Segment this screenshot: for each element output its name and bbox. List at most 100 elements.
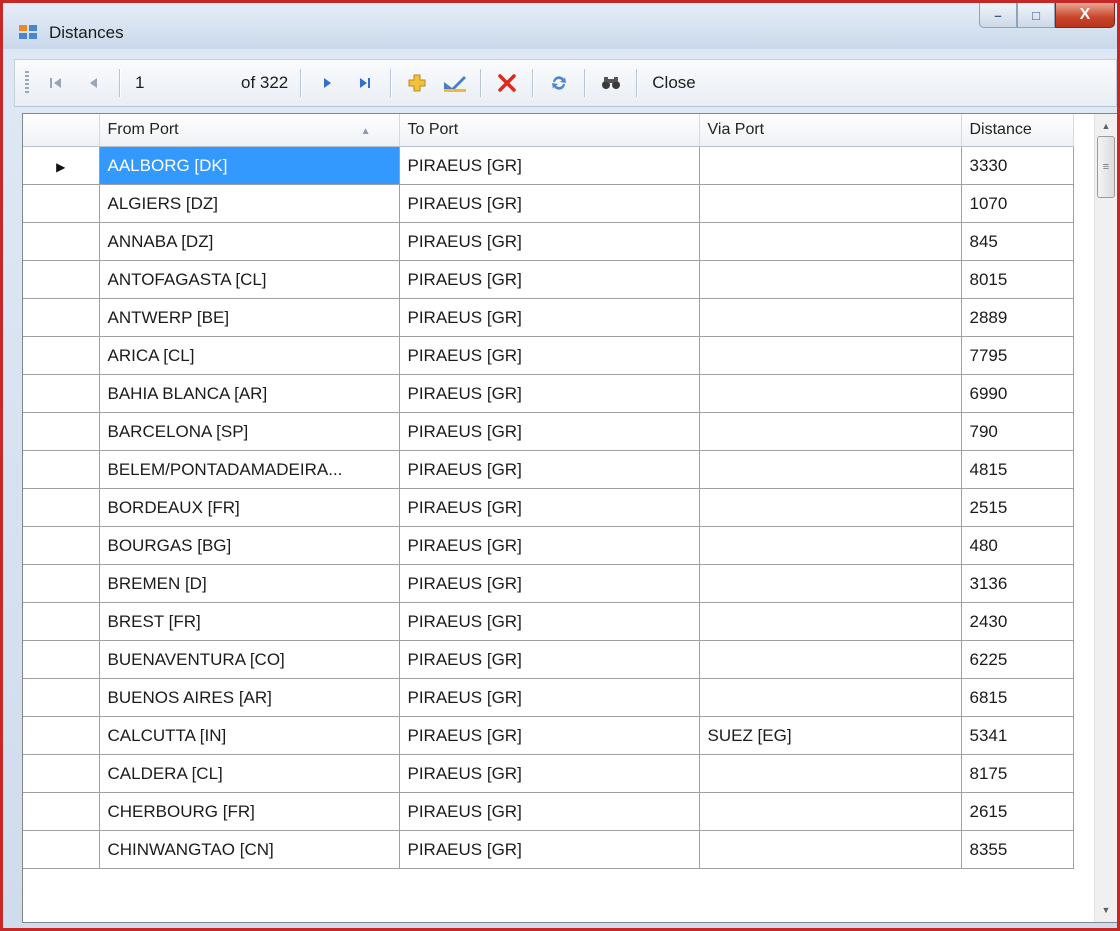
row-header[interactable]: [23, 184, 100, 223]
to-port-cell[interactable]: PIRAEUS [GR]: [399, 678, 700, 717]
row-header[interactable]: [23, 640, 100, 679]
via-port-cell[interactable]: [699, 146, 962, 185]
from-port-cell[interactable]: BUENOS AIRES [AR]: [99, 678, 400, 717]
row-header[interactable]: [23, 792, 100, 831]
to-port-cell[interactable]: PIRAEUS [GR]: [399, 412, 700, 451]
close-window-button[interactable]: X: [1055, 3, 1115, 28]
title-bar[interactable]: Distances – □ X: [3, 3, 1117, 49]
row-header[interactable]: [23, 526, 100, 565]
to-port-cell[interactable]: PIRAEUS [GR]: [399, 754, 700, 793]
row-header[interactable]: [23, 298, 100, 337]
vertical-scrollbar[interactable]: ▲ ≡ ▼: [1094, 114, 1117, 922]
row-header[interactable]: [23, 716, 100, 755]
edit-icon[interactable]: [442, 68, 468, 98]
from-port-cell[interactable]: CHINWANGTAO [CN]: [99, 830, 400, 869]
via-port-cell[interactable]: [699, 830, 962, 869]
from-port-cell[interactable]: ARICA [CL]: [99, 336, 400, 375]
from-port-cell[interactable]: ALGIERS [DZ]: [99, 184, 400, 223]
table-row[interactable]: BUENAVENTURA [CO] PIRAEUS [GR] 6225: [23, 640, 1074, 679]
row-header[interactable]: [23, 412, 100, 451]
distance-cell[interactable]: 1070: [961, 184, 1074, 223]
table-row[interactable]: CHERBOURG [FR] PIRAEUS [GR] 2615: [23, 792, 1074, 831]
from-port-cell[interactable]: AALBORG [DK]: [99, 146, 400, 185]
table-row[interactable]: ANTWERP [BE] PIRAEUS [GR] 2889: [23, 298, 1074, 337]
distance-cell[interactable]: 6225: [961, 640, 1074, 679]
distance-cell[interactable]: 2430: [961, 602, 1074, 641]
to-port-cell[interactable]: PIRAEUS [GR]: [399, 830, 700, 869]
table-row[interactable]: BARCELONA [SP] PIRAEUS [GR] 790: [23, 412, 1074, 451]
distance-cell[interactable]: 5341: [961, 716, 1074, 755]
table-row[interactable]: BREST [FR] PIRAEUS [GR] 2430: [23, 602, 1074, 641]
via-port-cell[interactable]: [699, 450, 962, 489]
from-port-cell[interactable]: ANNABA [DZ]: [99, 222, 400, 261]
via-port-cell[interactable]: [699, 222, 962, 261]
distance-cell[interactable]: 790: [961, 412, 1074, 451]
to-port-cell[interactable]: PIRAEUS [GR]: [399, 146, 700, 185]
from-port-cell[interactable]: CALCUTTA [IN]: [99, 716, 400, 755]
table-row[interactable]: CALCUTTA [IN] PIRAEUS [GR] SUEZ [EG] 5341: [23, 716, 1074, 755]
table-row[interactable]: BREMEN [D] PIRAEUS [GR] 3136: [23, 564, 1074, 603]
row-header[interactable]: [23, 602, 100, 641]
row-header[interactable]: [23, 222, 100, 261]
from-port-cell[interactable]: BUENAVENTURA [CO]: [99, 640, 400, 679]
scroll-up-icon[interactable]: ▲: [1097, 116, 1115, 136]
via-port-cell[interactable]: [699, 260, 962, 299]
to-port-cell[interactable]: PIRAEUS [GR]: [399, 374, 700, 413]
row-header[interactable]: [23, 450, 100, 489]
from-port-cell[interactable]: BOURGAS [BG]: [99, 526, 400, 565]
to-port-cell[interactable]: PIRAEUS [GR]: [399, 450, 700, 489]
scroll-down-icon[interactable]: ▼: [1097, 900, 1115, 920]
column-header-to-port[interactable]: To Port: [399, 114, 700, 147]
to-port-cell[interactable]: PIRAEUS [GR]: [399, 564, 700, 603]
distance-cell[interactable]: 845: [961, 222, 1074, 261]
to-port-cell[interactable]: PIRAEUS [GR]: [399, 260, 700, 299]
from-port-cell[interactable]: BREMEN [D]: [99, 564, 400, 603]
via-port-cell[interactable]: [699, 298, 962, 337]
from-port-cell[interactable]: ANTWERP [BE]: [99, 298, 400, 337]
row-header-corner[interactable]: [23, 114, 100, 147]
to-port-cell[interactable]: PIRAEUS [GR]: [399, 222, 700, 261]
from-port-cell[interactable]: BAHIA BLANCA [AR]: [99, 374, 400, 413]
move-next-icon[interactable]: [314, 68, 340, 98]
table-row[interactable]: ANTOFAGASTA [CL] PIRAEUS [GR] 8015: [23, 260, 1074, 299]
from-port-cell[interactable]: BELEM/PONTADAMADEIRA...: [99, 450, 400, 489]
to-port-cell[interactable]: PIRAEUS [GR]: [399, 602, 700, 641]
via-port-cell[interactable]: [699, 640, 962, 679]
distance-cell[interactable]: 4815: [961, 450, 1074, 489]
via-port-cell[interactable]: [699, 412, 962, 451]
via-port-cell[interactable]: [699, 754, 962, 793]
table-row[interactable]: CALDERA [CL] PIRAEUS [GR] 8175: [23, 754, 1074, 793]
row-header[interactable]: [23, 754, 100, 793]
scroll-thumb[interactable]: ≡: [1097, 136, 1115, 198]
distance-cell[interactable]: 8355: [961, 830, 1074, 869]
table-row[interactable]: BOURGAS [BG] PIRAEUS [GR] 480: [23, 526, 1074, 565]
distance-cell[interactable]: 7795: [961, 336, 1074, 375]
row-header[interactable]: [23, 336, 100, 375]
via-port-cell[interactable]: [699, 792, 962, 831]
toolbar-grip[interactable]: [25, 71, 29, 95]
to-port-cell[interactable]: PIRAEUS [GR]: [399, 526, 700, 565]
from-port-cell[interactable]: ANTOFAGASTA [CL]: [99, 260, 400, 299]
close-button[interactable]: Close: [652, 73, 695, 93]
row-header[interactable]: [23, 564, 100, 603]
minimize-button[interactable]: –: [979, 3, 1017, 28]
distances-grid[interactable]: From Port ▲ To Port Via Port Distance ▶ AA…: [22, 113, 1117, 923]
via-port-cell[interactable]: [699, 564, 962, 603]
distance-cell[interactable]: 2889: [961, 298, 1074, 337]
row-header[interactable]: [23, 678, 100, 717]
distance-cell[interactable]: 3136: [961, 564, 1074, 603]
row-header[interactable]: [23, 260, 100, 299]
from-port-cell[interactable]: BORDEAUX [FR]: [99, 488, 400, 527]
distance-cell[interactable]: 8175: [961, 754, 1074, 793]
table-row[interactable]: BUENOS AIRES [AR] PIRAEUS [GR] 6815: [23, 678, 1074, 717]
to-port-cell[interactable]: PIRAEUS [GR]: [399, 792, 700, 831]
via-port-cell[interactable]: [699, 526, 962, 565]
to-port-cell[interactable]: PIRAEUS [GR]: [399, 488, 700, 527]
to-port-cell[interactable]: PIRAEUS [GR]: [399, 336, 700, 375]
distance-cell[interactable]: 3330: [961, 146, 1074, 185]
table-row[interactable]: ALGIERS [DZ] PIRAEUS [GR] 1070: [23, 184, 1074, 223]
from-port-cell[interactable]: BREST [FR]: [99, 602, 400, 641]
via-port-cell[interactable]: [699, 336, 962, 375]
row-header[interactable]: ▶: [23, 146, 100, 185]
table-row[interactable]: CHINWANGTAO [CN] PIRAEUS [GR] 8355: [23, 830, 1074, 869]
